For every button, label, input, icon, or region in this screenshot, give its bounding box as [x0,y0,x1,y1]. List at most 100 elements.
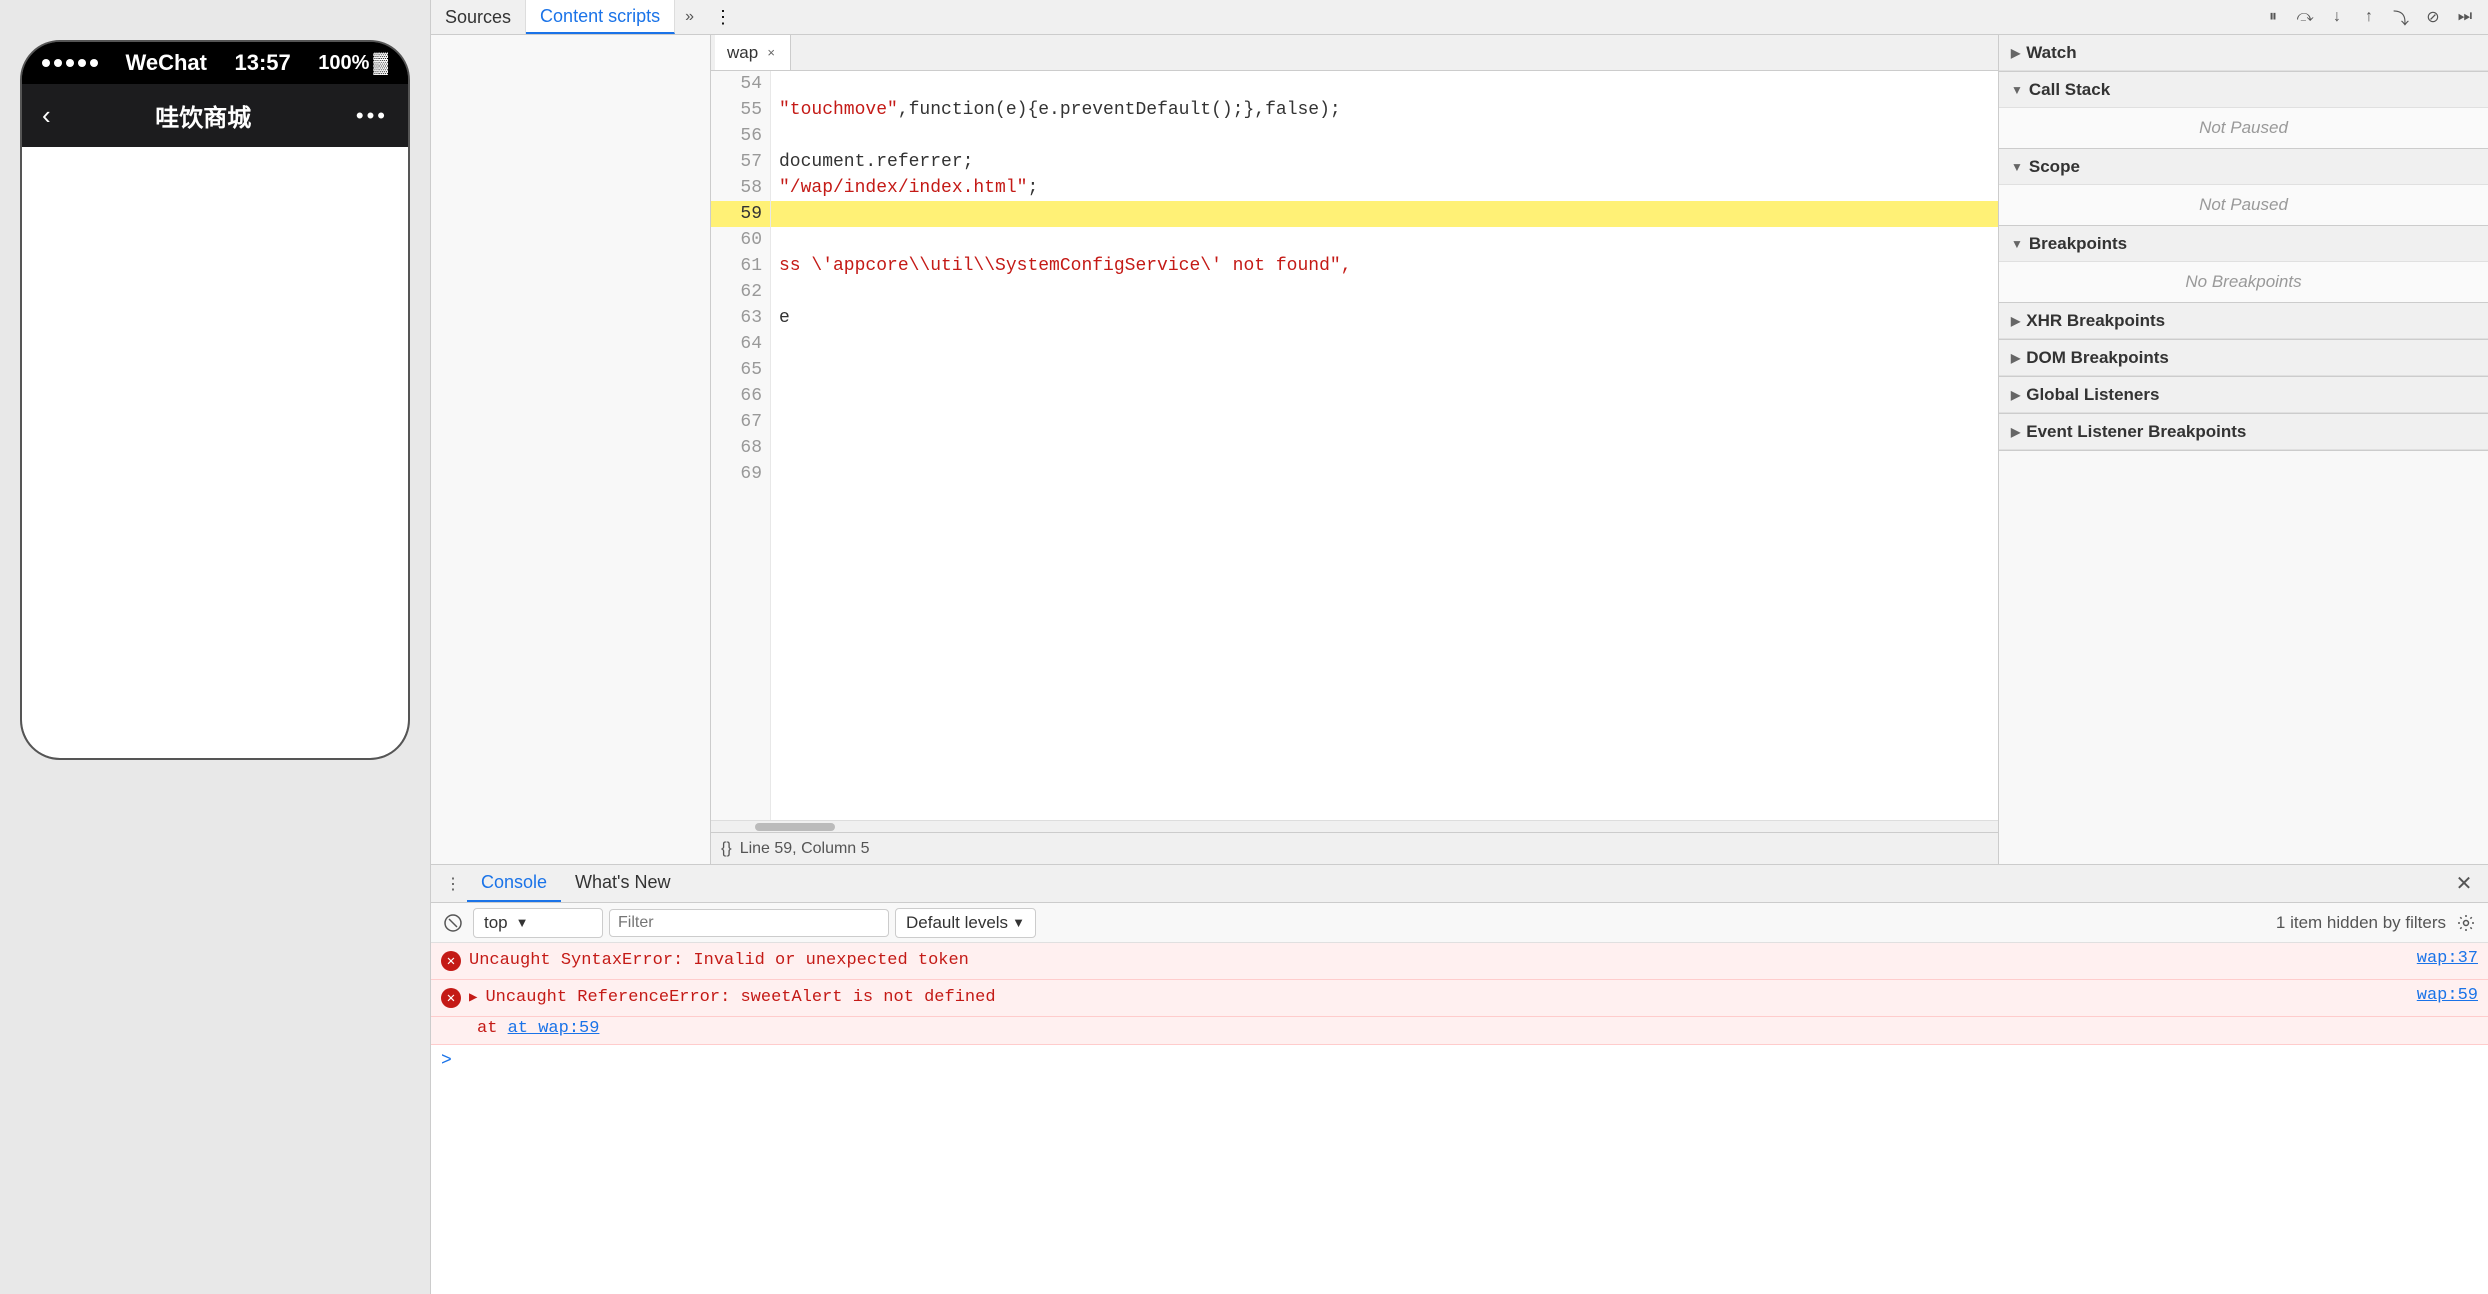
devtools-middle: wap × 54 55 56 57 58 59 60 61 62 63 [431,35,2488,864]
step-into-button[interactable]: ↓ [2322,4,2352,30]
code-line-56 [771,123,1998,149]
call-stack-label: Call Stack [2029,80,2110,100]
console-panel: ⋮ Console What's New ✕ top ▼ [431,864,2488,1294]
editor-tab-bar: wap × [711,35,1998,71]
code-horizontal-scrollbar[interactable] [711,820,1998,832]
phone-status-bar: WeChat 13:57 100% ▓ [22,42,408,84]
console-context-selector[interactable]: top ▼ [473,908,603,938]
cursor-position: Line 59, Column 5 [740,840,870,858]
scope-header[interactable]: ▼ Scope [1999,149,2488,185]
step-button[interactable]: ⤵ [2386,4,2416,30]
event-listener-breakpoints-section: ▶ Event Listener Breakpoints [1999,414,2488,451]
line-numbers: 54 55 56 57 58 59 60 61 62 63 64 65 66 6… [711,71,771,820]
code-line-60 [771,227,1998,253]
console-levels-selector[interactable]: Default levels ▼ [895,908,1036,938]
breakpoints-arrow-icon: ▼ [2011,237,2023,251]
scrollbar-thumb[interactable] [755,823,835,831]
xhr-breakpoints-label: XHR Breakpoints [2026,311,2165,331]
levels-arrow-icon: ▼ [1012,915,1025,930]
call-stack-arrow-icon: ▼ [2011,83,2023,97]
console-clear-button[interactable] [439,909,467,937]
more-options-button[interactable]: ⏭ [2450,4,2480,30]
code-line-54 [771,71,1998,97]
tab-menu-icon[interactable]: ⋮ [704,7,742,28]
reference-error-sub-link[interactable]: at wap:59 [508,1019,600,1038]
watch-section-header[interactable]: ▶ Watch [1999,35,2488,71]
phone-signal [42,59,98,67]
reference-error-sub: at at wap:59 [431,1017,2488,1045]
deactivate-breakpoints-button[interactable]: ⊘ [2418,4,2448,30]
console-messages-area: ✕ Uncaught SyntaxError: Invalid or unexp… [431,943,2488,1294]
code-body[interactable]: 54 55 56 57 58 59 60 61 62 63 64 65 66 6… [711,71,1998,820]
call-stack-section: ▼ Call Stack Not Paused [1999,72,2488,149]
phone-simulator: WeChat 13:57 100% ▓ ‹ 哇饮商城 ••• [0,0,430,1294]
dom-arrow-icon: ▶ [2011,351,2020,365]
console-tab-bar: ⋮ Console What's New ✕ [431,865,2488,903]
tab-sources[interactable]: Sources [431,0,526,34]
phone-back-button[interactable]: ‹ [42,100,51,131]
pause-button[interactable]: ⏸ [2258,4,2288,30]
context-selector-value: top [484,913,508,933]
phone-device: WeChat 13:57 100% ▓ ‹ 哇饮商城 ••• [20,40,410,760]
right-sidebar: ▶ Watch ▼ Call Stack Not Paused ▼ Scope [1998,35,2488,864]
devtools-panel: Sources Content scripts » ⋮ ⏸ ⤼ ↓ ↑ ⤵ ⊘ … [430,0,2488,1294]
watch-label: Watch [2026,43,2076,63]
code-line-61: ss \'appcore\\util\\SystemConfigService\… [771,253,1998,279]
xhr-breakpoints-section: ▶ XHR Breakpoints [1999,303,2488,340]
phone-menu-button[interactable]: ••• [356,103,388,129]
code-line-58: "/wap/index/index.html"; [771,175,1998,201]
breakpoints-label: Breakpoints [2029,234,2127,254]
event-listener-arrow-icon: ▶ [2011,425,2020,439]
breakpoints-header[interactable]: ▼ Breakpoints [1999,226,2488,262]
error-expand-button[interactable]: ▶ [469,989,477,1006]
phone-carrier: WeChat [125,50,207,76]
console-filter-input[interactable] [609,909,889,937]
global-listeners-header[interactable]: ▶ Global Listeners [1999,377,2488,413]
xhr-arrow-icon: ▶ [2011,314,2020,328]
phone-page-title: 哇饮商城 [155,98,251,133]
syntax-error-text: Uncaught SyntaxError: Invalid or unexpec… [469,949,2409,973]
scope-not-paused: Not Paused [2199,195,2288,215]
code-text[interactable]: "touchmove",function(e){e.preventDefault… [771,71,1998,820]
call-stack-not-paused: Not Paused [2199,118,2288,138]
console-tab-whats-new[interactable]: What's New [561,865,684,902]
step-over-button[interactable]: ⤼ [2290,4,2320,30]
editor-tab-wap[interactable]: wap × [715,35,791,70]
devtools-tabs: Sources Content scripts » ⋮ [431,0,742,34]
console-settings-button[interactable] [2452,909,2480,937]
editor-tab-close-button[interactable]: × [764,46,778,60]
event-listener-breakpoints-header[interactable]: ▶ Event Listener Breakpoints [1999,414,2488,450]
error-icon-1: ✕ [441,951,461,971]
code-line-66 [771,383,1998,409]
hidden-items-text: 1 item hidden by filters [2276,913,2446,933]
code-line-55: "touchmove",function(e){e.preventDefault… [771,97,1998,123]
tab-more-button[interactable]: » [675,8,704,26]
dom-breakpoints-header[interactable]: ▶ DOM Breakpoints [1999,340,2488,376]
tab-content-scripts[interactable]: Content scripts [526,0,675,34]
breakpoints-content: No Breakpoints [1999,262,2488,302]
console-tab-console[interactable]: Console [467,865,561,902]
step-out-button[interactable]: ↑ [2354,4,2384,30]
console-close-button[interactable]: ✕ [2450,870,2478,898]
call-stack-header[interactable]: ▼ Call Stack [1999,72,2488,108]
code-line-62 [771,279,1998,305]
event-listener-breakpoints-label: Event Listener Breakpoints [2026,422,2246,442]
call-stack-content: Not Paused [1999,108,2488,148]
code-line-67 [771,409,1998,435]
phone-battery: 100% ▓ [318,52,388,75]
code-editor: wap × 54 55 56 57 58 59 60 61 62 63 [711,35,1998,864]
format-button[interactable]: {} [721,840,732,858]
phone-content-area [22,147,408,758]
console-menu-icon[interactable]: ⋮ [439,870,467,898]
no-breakpoints-text: No Breakpoints [2185,272,2301,292]
editor-tab-wap-label: wap [727,43,758,63]
global-listeners-label: Global Listeners [2026,385,2159,405]
levels-label: Default levels [906,913,1008,933]
syntax-error-link[interactable]: wap:37 [2417,949,2478,968]
xhr-breakpoints-header[interactable]: ▶ XHR Breakpoints [1999,303,2488,339]
reference-error-link[interactable]: wap:59 [2417,986,2478,1005]
console-error-reference: ✕ ▶ Uncaught ReferenceError: sweetAlert … [431,980,2488,1017]
dom-breakpoints-label: DOM Breakpoints [2026,348,2169,368]
phone-nav-bar: ‹ 哇饮商城 ••• [22,84,408,147]
devtools-top-bar: Sources Content scripts » ⋮ ⏸ ⤼ ↓ ↑ ⤵ ⊘ … [431,0,2488,35]
